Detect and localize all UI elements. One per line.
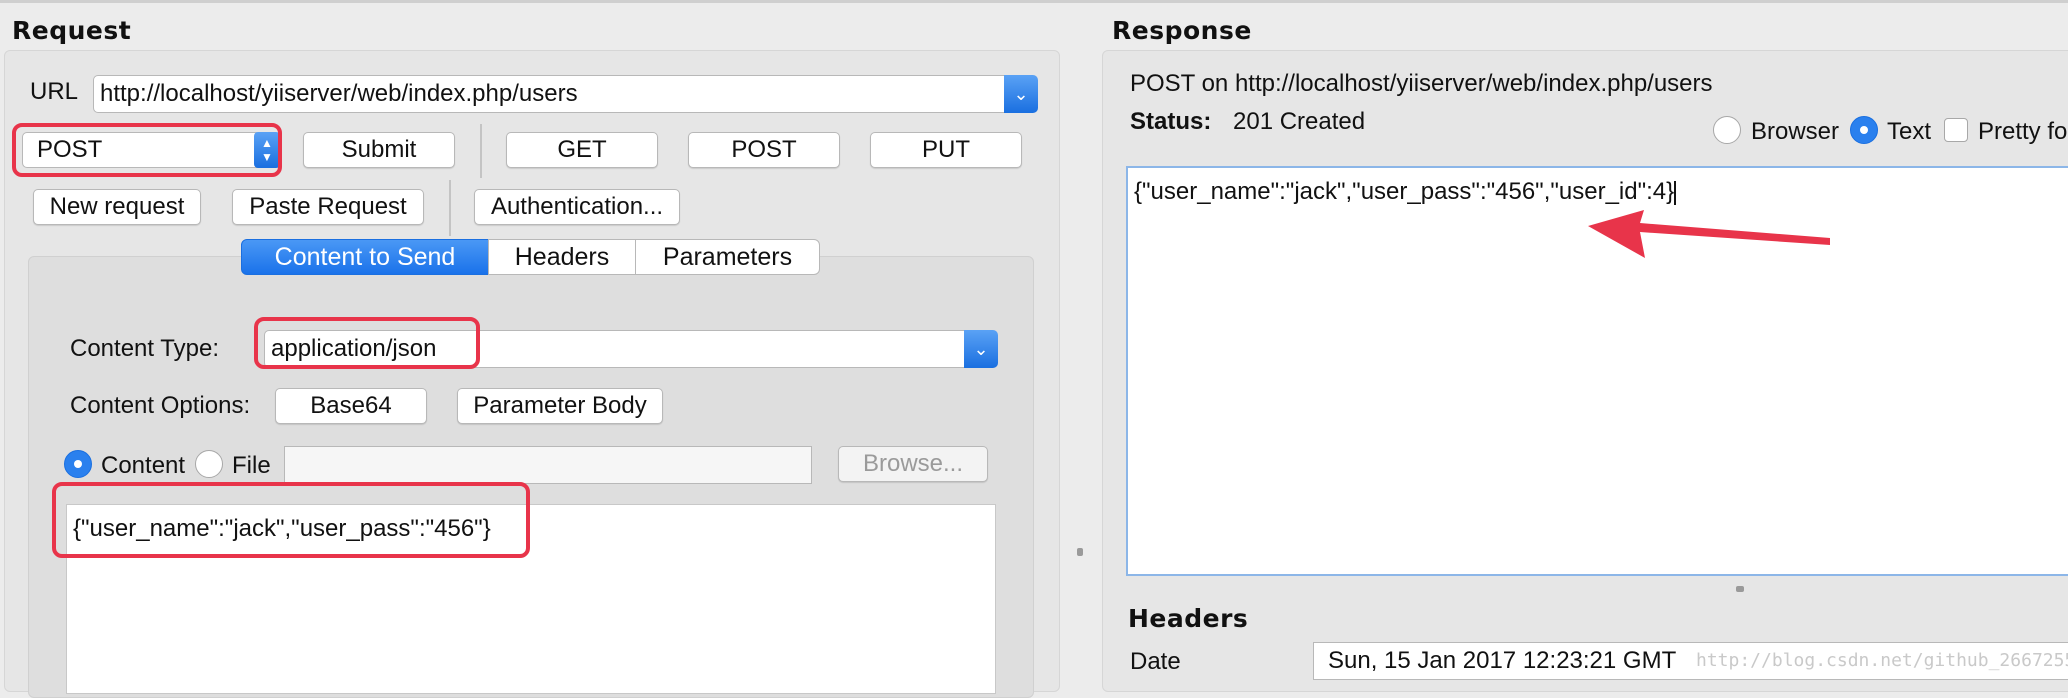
base64-button[interactable]: Base64 (275, 388, 427, 424)
text-view-radio[interactable] (1850, 116, 1878, 144)
response-summary: POST on http://localhost/yiiserver/web/i… (1130, 70, 1713, 97)
browse-button[interactable]: Browse... (838, 446, 988, 482)
chevron-down-icon: ⌄ (1013, 84, 1029, 104)
content-radio-label: Content (101, 452, 186, 479)
toolbar-divider (480, 124, 482, 178)
url-label: URL (30, 78, 79, 105)
new-request-button[interactable]: New request (33, 189, 201, 225)
file-path-input[interactable] (284, 446, 812, 484)
authentication-button[interactable]: Authentication... (474, 189, 680, 225)
url-dropdown-button[interactable]: ⌄ (1004, 75, 1038, 113)
response-section-title: Response (1112, 16, 1252, 45)
content-type-highlight (254, 317, 480, 369)
method-highlight (12, 123, 282, 177)
put-button[interactable]: PUT (870, 132, 1022, 168)
pretty-format-checkbox[interactable] (1944, 118, 1968, 142)
url-input[interactable]: http://localhost/yiiserver/web/index.php… (93, 75, 1006, 113)
get-button[interactable]: GET (506, 132, 658, 168)
paste-request-button[interactable]: Paste Request (232, 189, 424, 225)
request-section-title: Request (12, 16, 132, 45)
header-name-date: Date (1130, 648, 1181, 675)
headers-section-title: Headers (1128, 604, 1249, 633)
status-label: Status: (1130, 108, 1212, 135)
tab-headers[interactable]: Headers (488, 239, 636, 275)
parameter-body-button[interactable]: Parameter Body (457, 388, 663, 424)
browser-view-radio[interactable] (1713, 116, 1741, 144)
window-top-border (0, 0, 2068, 3)
tab-content-to-send[interactable]: Content to Send (241, 239, 489, 275)
tab-parameters[interactable]: Parameters (635, 239, 820, 275)
content-radio[interactable] (64, 450, 92, 478)
response-splitter-handle[interactable] (1736, 586, 1744, 592)
content-options-label: Content Options: (70, 392, 251, 419)
toolbar-divider-2 (449, 180, 451, 236)
file-radio[interactable] (195, 450, 223, 478)
content-type-label: Content Type: (70, 335, 219, 362)
submit-button[interactable]: Submit (303, 132, 455, 168)
post-button[interactable]: POST (688, 132, 840, 168)
chevron-down-icon: ⌄ (973, 339, 989, 359)
request-body-highlight (52, 482, 530, 558)
status-value: 201 Created (1233, 108, 1366, 135)
file-radio-label: File (232, 452, 271, 479)
content-type-dropdown-button[interactable]: ⌄ (964, 330, 998, 368)
watermark-text: http://blog.csdn.net/github_26672553 (1696, 650, 2068, 671)
annotation-arrow-icon (1588, 210, 1830, 258)
browser-view-label: Browser (1751, 118, 1840, 145)
pretty-format-label: Pretty fo (1978, 118, 2068, 145)
text-view-label: Text (1887, 118, 1932, 145)
panel-splitter-handle[interactable] (1077, 548, 1083, 556)
